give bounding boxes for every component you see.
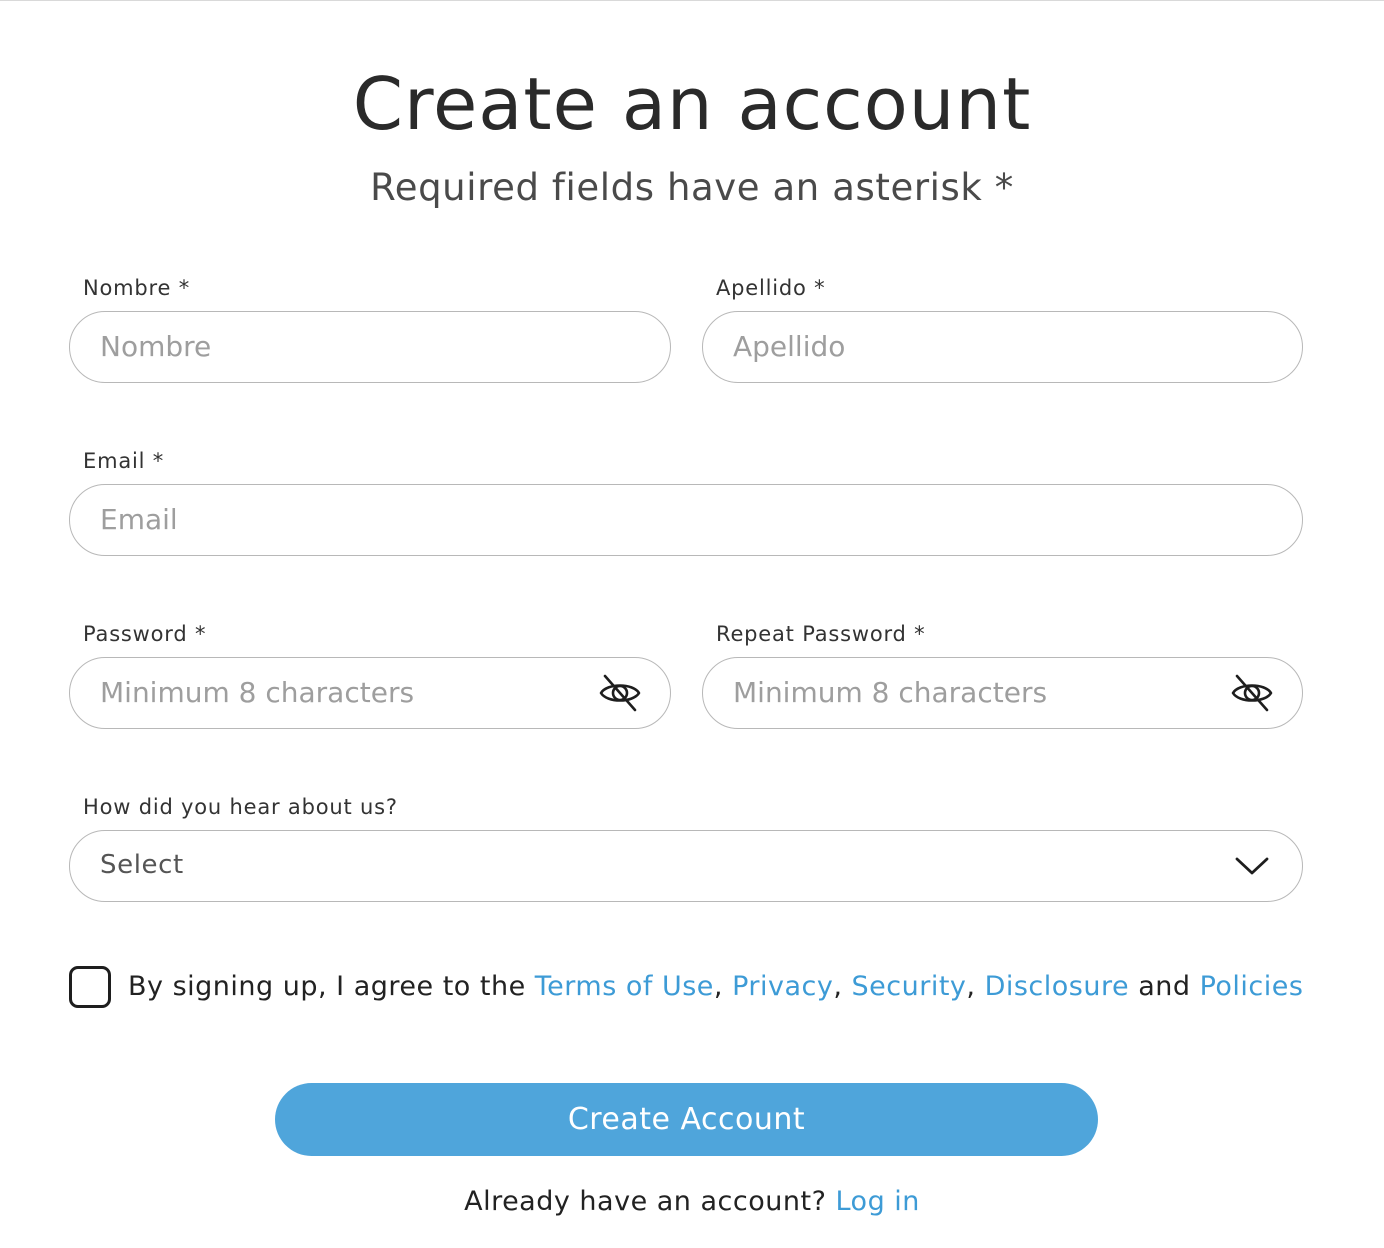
chevron-down-icon (1232, 850, 1272, 882)
first-name-label: Nombre * (83, 276, 191, 300)
password-label: Password * (83, 622, 207, 646)
last-name-input[interactable] (733, 312, 1273, 381)
last-name-label: Apellido * (716, 276, 826, 300)
security-link[interactable]: Security (852, 971, 967, 1002)
page-title: Create an account (352, 62, 1032, 146)
login-link[interactable]: Log in (835, 1186, 919, 1217)
eye-off-icon[interactable] (598, 671, 642, 715)
terms-of-use-link[interactable]: Terms of Use (535, 971, 714, 1002)
login-prompt-text: Already have an account? (464, 1186, 836, 1217)
agreement-separator: , (713, 971, 733, 1002)
repeat-password-input[interactable] (733, 658, 1213, 727)
repeat-password-field-wrapper (702, 657, 1303, 729)
agreement-text: By signing up, I agree to the Terms of U… (128, 969, 1303, 1005)
email-field-wrapper (69, 484, 1303, 556)
disclosure-link[interactable]: Disclosure (985, 971, 1130, 1002)
repeat-password-label: Repeat Password * (716, 622, 926, 646)
first-name-field-wrapper (69, 311, 671, 383)
privacy-link[interactable]: Privacy (732, 971, 833, 1002)
email-input[interactable] (100, 485, 1270, 554)
page-subtitle: Required fields have an asterisk * (370, 166, 1014, 209)
agreement-prefix: By signing up, I agree to the (128, 971, 535, 1002)
first-name-input[interactable] (100, 312, 640, 381)
password-input[interactable] (100, 658, 580, 727)
last-name-field-wrapper (702, 311, 1303, 383)
agreement-and: and (1129, 971, 1200, 1002)
agree-checkbox[interactable] (69, 966, 111, 1008)
create-account-button[interactable]: Create Account (275, 1083, 1098, 1156)
referral-selected-value: Select (100, 850, 184, 880)
referral-label: How did you hear about us? (83, 795, 398, 819)
referral-select[interactable]: Select (69, 830, 1303, 902)
agreement-separator: , (833, 971, 852, 1002)
login-prompt: Already have an account? Log in (0, 1184, 1384, 1220)
policies-link[interactable]: Policies (1200, 971, 1304, 1002)
eye-off-icon[interactable] (1230, 671, 1274, 715)
top-divider (0, 0, 1384, 1)
email-label: Email * (83, 449, 165, 473)
agreement-separator: , (966, 971, 985, 1002)
password-field-wrapper (69, 657, 671, 729)
